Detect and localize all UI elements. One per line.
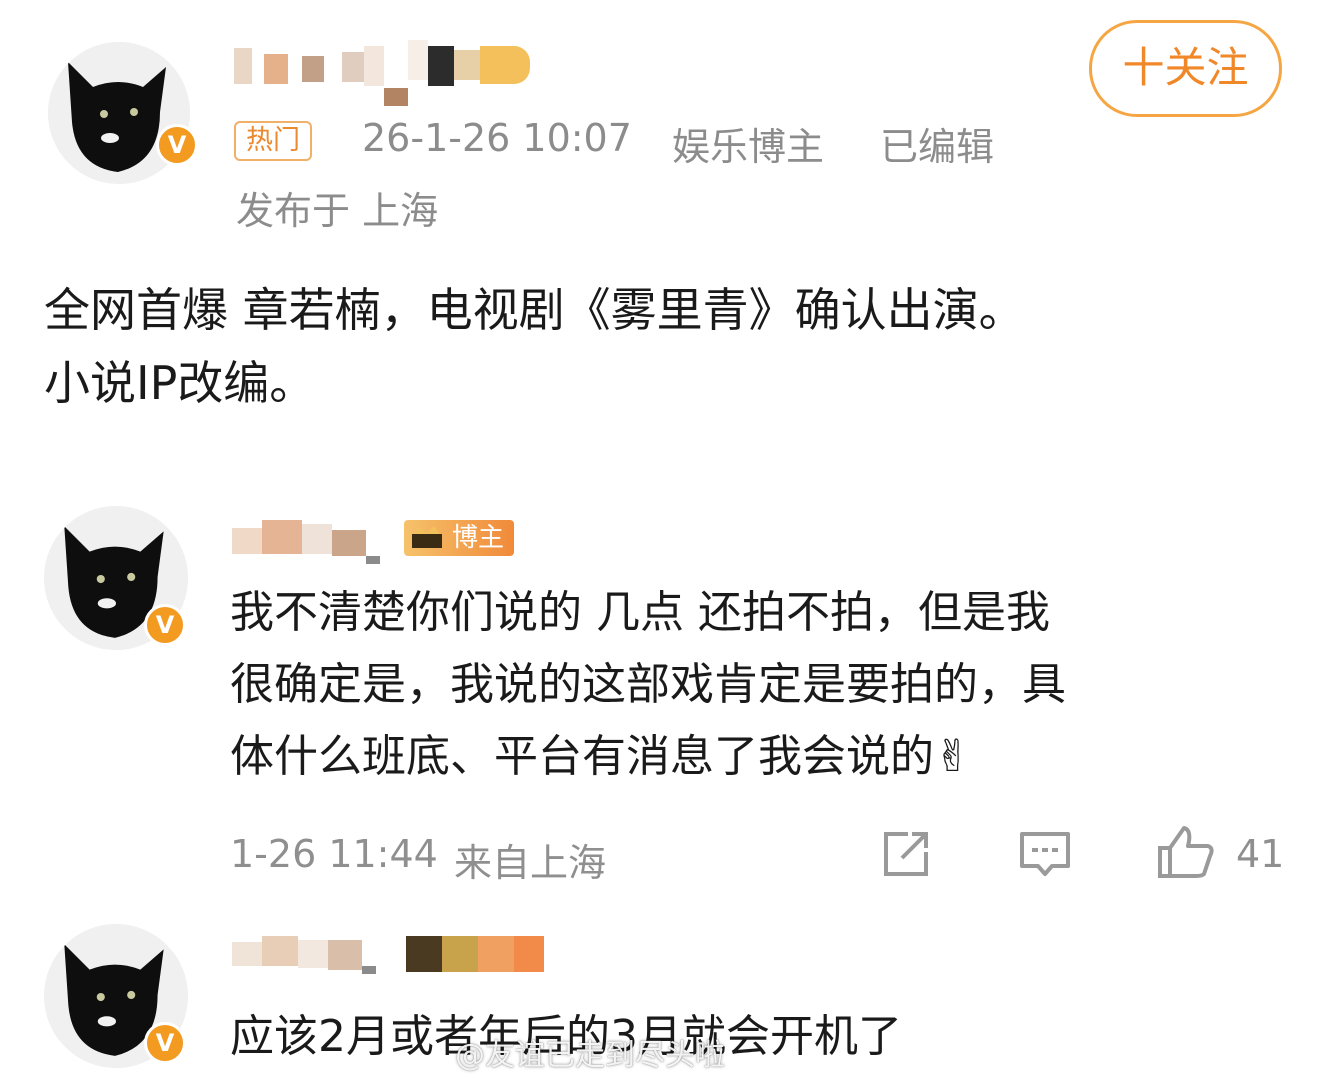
blogger-badge: 博主 [404,520,515,556]
commenter-name-blurred[interactable] [232,936,544,974]
commenter-avatar[interactable]: V [44,506,188,650]
share-icon[interactable] [880,828,932,880]
author-name-blurred[interactable] [234,40,530,106]
comment-icon[interactable] [1018,828,1072,880]
comment-time: 1-26 11:44 [230,832,438,876]
comment-line: 我不清楚你们说的 几点 还拍不拍，但是我 [230,587,1050,638]
comment-line: 很确定是，我说的这部戏肯定是要拍的，具 [230,659,1066,710]
comment-line: 体什么班底、平台有消息了我会说的✌ [230,731,971,782]
post-body-line-1: 全网首爆 章若楠，电视剧《雾里青》确认出演。 [44,283,1025,337]
watermark: @友谊已走到尽头啦 [455,1038,725,1073]
edited-label[interactable]: 已编辑 [880,116,994,171]
post-body-line-2: 小说IP改编。 [44,356,316,410]
author-avatar[interactable]: V [48,42,198,184]
verified-badge-icon: V [144,604,186,646]
author-category: 娱乐博主 [672,125,825,169]
follow-button[interactable]: 十关注 [1089,20,1282,117]
comment-location: 来自上海 [454,841,607,885]
like-count: 41 [1236,832,1285,876]
post-time: 26-1-26 10:07 [362,116,632,160]
post-location: 发布于 上海 [236,189,439,233]
verified-badge-icon: V [156,124,198,166]
hot-tag: 热门 [234,121,312,161]
commenter-avatar[interactable]: V [44,924,188,1068]
crown-icon [412,526,442,548]
verified-badge-icon: V [144,1022,186,1064]
commenter-name-blurred[interactable] [232,520,380,564]
like-icon[interactable] [1156,824,1216,880]
